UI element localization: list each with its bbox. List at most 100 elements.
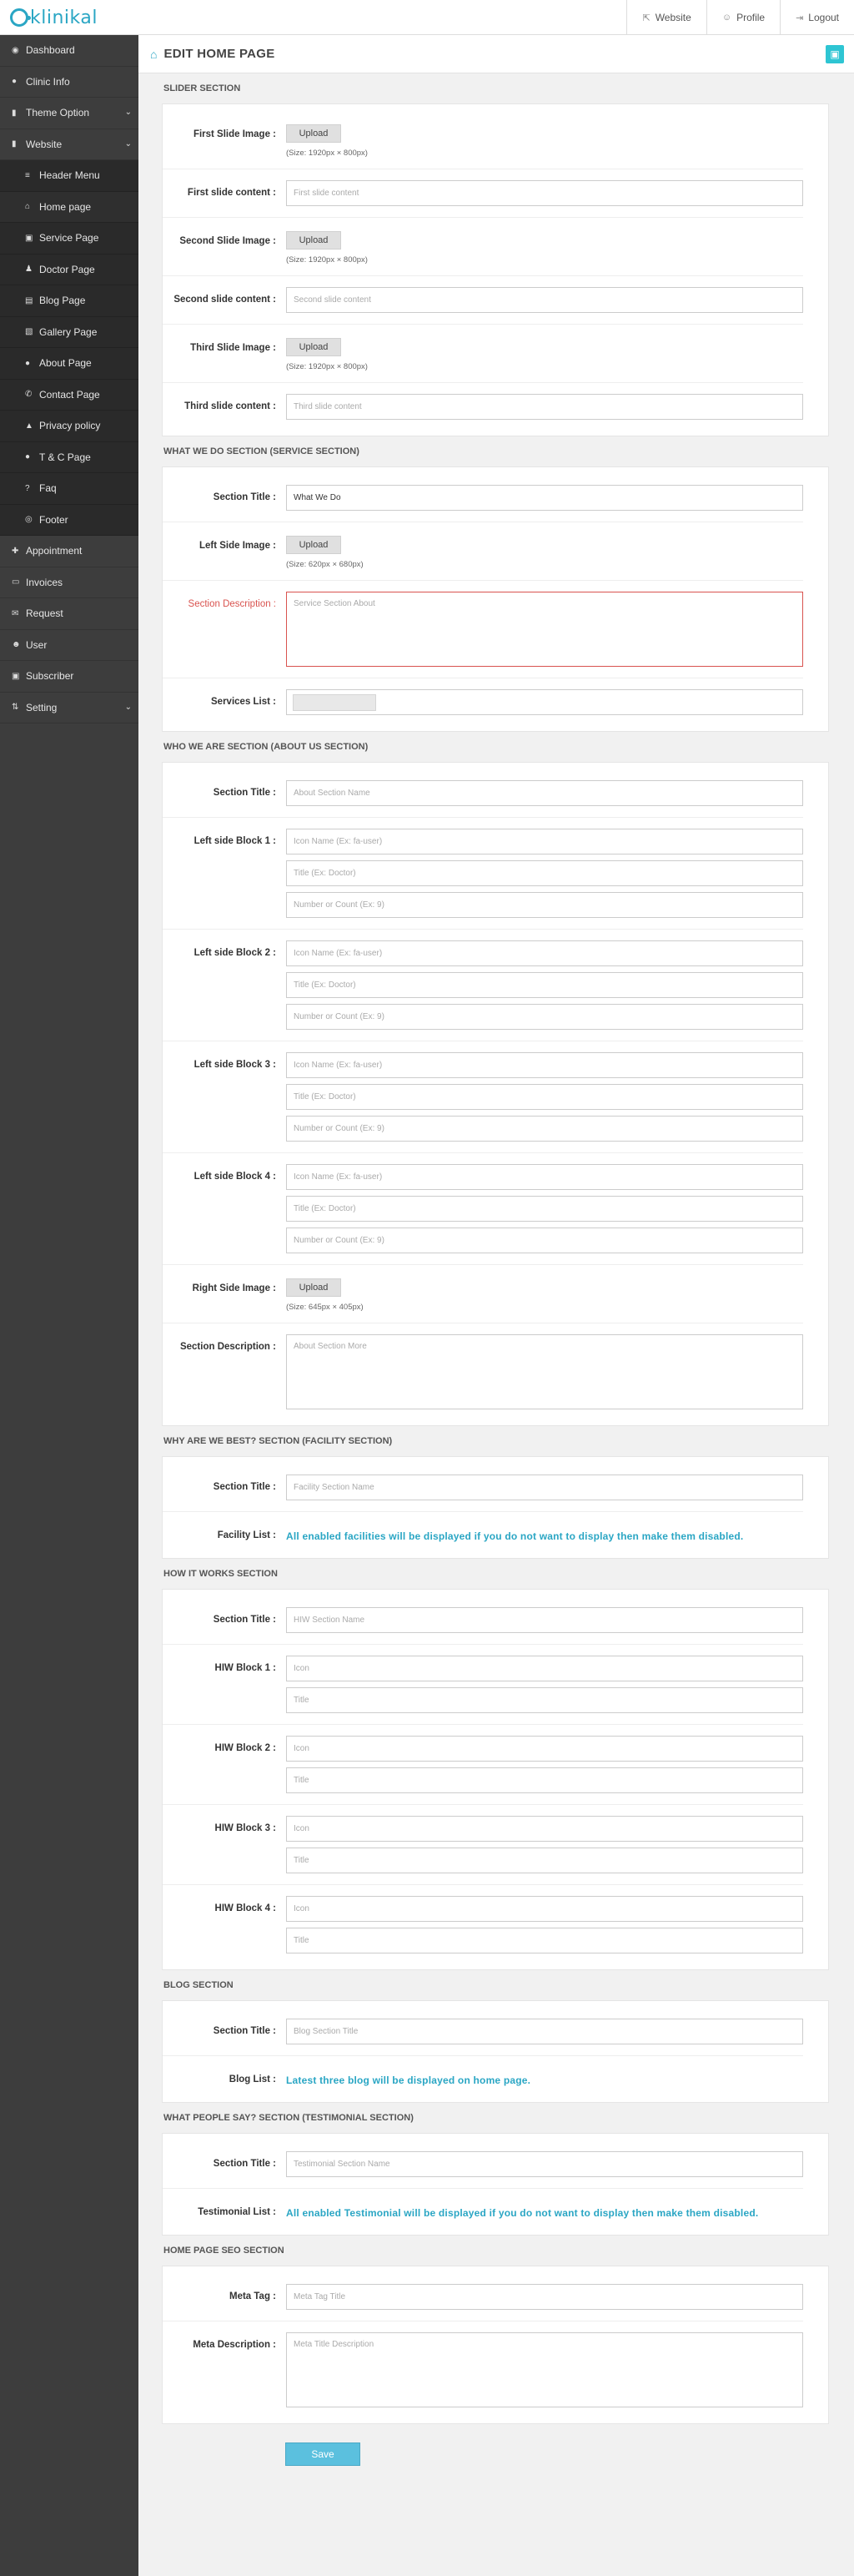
about-block-3-label: Left side Block 3 : — [193, 1060, 276, 1070]
info-icon: ● — [12, 77, 18, 87]
logo[interactable]: klinikal — [10, 5, 98, 30]
hiw-block-1-icon-input[interactable] — [286, 1656, 803, 1681]
sidebar-item-faq[interactable]: ? Faq — [0, 473, 138, 505]
hiw-block-3-title-input[interactable] — [286, 1848, 803, 1873]
logo-text: klinikal — [30, 7, 98, 28]
profile-link-label: Profile — [736, 12, 766, 23]
hiw-block-1-title-input[interactable] — [286, 1687, 803, 1713]
first-slide-upload-button[interactable]: Upload — [286, 124, 341, 143]
sidebar-item-theme-option[interactable]: ▮ Theme Option ⌄ — [0, 98, 138, 129]
about-block-1-title-input[interactable] — [286, 860, 803, 886]
sidebar-item-setting[interactable]: ⇅ Setting ⌄ — [0, 693, 138, 723]
plus-icon: ✚ — [12, 546, 19, 556]
sidebar-item-user[interactable]: ☻ User — [0, 630, 138, 661]
home-icon: ⌂ — [150, 47, 158, 61]
sidebar-item-header-menu[interactable]: ≡ Header Menu — [0, 160, 138, 192]
about-block-2-count-input[interactable] — [286, 1004, 803, 1030]
about-block-3-icon-input[interactable] — [286, 1052, 803, 1078]
about-description-textarea[interactable] — [286, 1334, 803, 1409]
facility-list-label: Facility List : — [217, 1530, 276, 1540]
third-slide-content-input[interactable] — [286, 394, 803, 420]
about-block-1-count-input[interactable] — [286, 892, 803, 918]
third-slide-upload-button[interactable]: Upload — [286, 338, 341, 356]
save-button[interactable]: Save — [285, 2442, 360, 2466]
first-slide-content-label: First slide content : — [187, 188, 276, 198]
hiw-block-4-title-input[interactable] — [286, 1928, 803, 1953]
sidebar-item-privacy-policy[interactable]: ▲ Privacy policy — [0, 411, 138, 442]
logout-icon: ⇥ — [796, 13, 804, 23]
about-block-4-title-input[interactable] — [286, 1196, 803, 1222]
third-slide-content-row: Third slide content : — [163, 383, 803, 431]
first-slide-content-input[interactable] — [286, 180, 803, 206]
sidebar-item-subscriber[interactable]: ▣ Subscriber — [0, 661, 138, 693]
services-list-select[interactable] — [286, 689, 803, 715]
sidebar-item-invoices[interactable]: ▭ Invoices — [0, 567, 138, 598]
second-slide-content-input[interactable] — [286, 287, 803, 313]
meta-tag-input[interactable] — [286, 2284, 803, 2310]
about-right-image-row: Right Side Image : Upload (Size: 645px × … — [163, 1265, 803, 1323]
second-slide-content-label: Second slide content : — [173, 295, 276, 305]
sidebar-item-home-page[interactable]: ⌂ Home page — [0, 191, 138, 223]
sidebar-item-contact-page[interactable]: ✆ Contact Page — [0, 379, 138, 411]
sidebar-item-blog-page[interactable]: ▤ Blog Page — [0, 285, 138, 317]
blog-list-info: Latest three blog will be displayed on h… — [286, 2074, 531, 2086]
camera-icon: ▣ — [25, 233, 33, 243]
hiw-block-4-icon-input[interactable] — [286, 1896, 803, 1922]
hiw-block-2-title-input[interactable] — [286, 1767, 803, 1793]
sidebar-item-label: User — [26, 638, 48, 651]
about-image-upload-button[interactable]: Upload — [286, 1278, 341, 1297]
about-block-4-row: Left side Block 4 : — [163, 1153, 803, 1265]
service-description-textarea[interactable] — [286, 592, 803, 667]
sidebar-item-doctor-page[interactable]: ♟ Doctor Page — [0, 254, 138, 285]
facility-title-input[interactable] — [286, 1475, 803, 1500]
sidebar-item-about-page[interactable]: ● About Page — [0, 348, 138, 380]
sidebar-item-dashboard[interactable]: ◉ Dashboard — [0, 35, 138, 67]
about-block-4-count-input[interactable] — [286, 1228, 803, 1253]
sidebar-item-clinic-info[interactable]: ● Clinic Info — [0, 67, 138, 98]
hiw-block-3-icon-input[interactable] — [286, 1816, 803, 1842]
service-description-label: Section Description : — [188, 599, 276, 609]
about-block-2-row: Left side Block 2 : — [163, 930, 803, 1041]
sidebar-item-service-page[interactable]: ▣ Service Page — [0, 223, 138, 255]
sidebar-item-label: Invoices — [26, 576, 63, 588]
service-title-input[interactable] — [286, 485, 803, 511]
lock-icon: ▲ — [25, 421, 33, 431]
sidebar-item-request[interactable]: ✉ Request — [0, 598, 138, 630]
about-right-image-label: Right Side Image : — [192, 1283, 276, 1293]
slider-section-heading: SLIDER SECTION — [163, 83, 241, 93]
meta-description-textarea[interactable] — [286, 2332, 803, 2407]
sidebar-item-gallery-page[interactable]: ▧ Gallery Page — [0, 316, 138, 348]
about-block-3-title-input[interactable] — [286, 1084, 803, 1110]
sidebar-item-label: Website — [26, 138, 63, 150]
about-title-label: Section Title : — [213, 788, 276, 798]
about-block-3-count-input[interactable] — [286, 1116, 803, 1142]
service-image-upload-button[interactable]: Upload — [286, 536, 341, 554]
testimonial-title-input[interactable] — [286, 2151, 803, 2177]
second-slide-upload-button[interactable]: Upload — [286, 231, 341, 250]
blog-title-input[interactable] — [286, 2019, 803, 2044]
sidebar-item-appointment[interactable]: ✚ Appointment — [0, 536, 138, 567]
sidebar-item-footer[interactable]: ◎ Footer — [0, 504, 138, 536]
save-icon-button[interactable]: ▣ — [826, 45, 844, 63]
blog-title-row: Section Title : — [163, 2008, 803, 2056]
about-block-2-title-input[interactable] — [286, 972, 803, 998]
about-block-4-icon-input[interactable] — [286, 1164, 803, 1190]
first-slide-content-row: First slide content : — [163, 169, 803, 218]
sidebar-item-website[interactable]: ▮ Website ⌄ — [0, 129, 138, 160]
website-link-label: Website — [655, 12, 691, 23]
sidebar-item-tc-page[interactable]: ● T & C Page — [0, 441, 138, 473]
logout-link[interactable]: ⇥ Logout — [780, 0, 854, 35]
service-left-image-row: Left Side Image : Upload (Size: 620px × 6… — [163, 522, 803, 581]
facility-title-row: Section Title : — [163, 1464, 803, 1512]
about-block-1-icon-input[interactable] — [286, 829, 803, 854]
hiw-title-input[interactable] — [286, 1607, 803, 1633]
service-description-row: Section Description : — [163, 581, 803, 678]
about-title-input[interactable] — [286, 780, 803, 806]
hiw-block-2-icon-input[interactable] — [286, 1736, 803, 1762]
profile-link[interactable]: ☺ Profile — [706, 0, 780, 35]
website-link[interactable]: ⇱ Website — [626, 0, 706, 35]
about-block-2-icon-input[interactable] — [286, 940, 803, 966]
page-title: EDIT HOME PAGE — [163, 47, 275, 61]
hiw-block-2-label: HIW Block 2 : — [214, 1743, 276, 1753]
theme-icon: ▮ — [12, 108, 17, 118]
